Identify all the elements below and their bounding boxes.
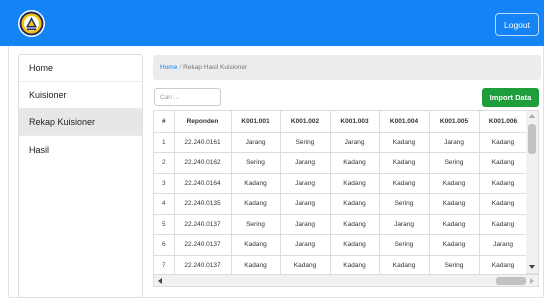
table-cell: 2: [154, 152, 175, 174]
scroll-right-arrow-icon[interactable]: [530, 278, 534, 284]
table-cell: 6: [154, 234, 175, 256]
table-cell: 22.240.0164: [174, 173, 232, 194]
table-row: 6 22.240.0137 Kadang Jarang Kadang Serin…: [154, 234, 526, 256]
table-cell: Kadang: [379, 132, 430, 153]
sidebar-item-rekap-kuisioner[interactable]: Rekap Kuisioner: [19, 109, 142, 136]
table-cell: Kadang: [379, 152, 430, 174]
table-cell: Kadang: [429, 234, 480, 256]
table-cell: 22.240.0137: [174, 214, 232, 235]
table-cell: Kadang: [429, 193, 480, 215]
table-cell: Jarang: [280, 214, 331, 235]
table-cell: Kadang: [479, 255, 526, 274]
table-cell: Jarang: [231, 132, 281, 153]
table-cell: Kadang: [280, 255, 331, 274]
table-cell: Kadang: [479, 214, 526, 235]
column-header[interactable]: K001.001: [231, 111, 281, 133]
column-header[interactable]: K001.005: [429, 111, 480, 133]
scroll-left-arrow-icon[interactable]: [158, 278, 162, 284]
table-cell: Kadang: [479, 173, 526, 194]
table-cell: Jarang: [280, 173, 331, 194]
table-header-row: # Reponden K001.001 K001.002 K001.003 K0…: [154, 111, 526, 133]
table-cell: Kadang: [330, 193, 380, 215]
column-header[interactable]: #: [154, 111, 175, 133]
table-cell: Kadang: [330, 152, 380, 174]
table-cell: Kadang: [330, 255, 380, 274]
scroll-down-arrow-icon[interactable]: [529, 265, 535, 269]
import-data-button[interactable]: Import Data: [482, 88, 539, 107]
logo-icon[interactable]: [18, 10, 45, 37]
table-cell: Kadang: [479, 193, 526, 215]
table-cell: Jarang: [280, 193, 331, 215]
table-cell: Sering: [280, 132, 331, 153]
table-cell: Sering: [429, 255, 480, 274]
table-cell: 22.240.0161: [174, 132, 232, 153]
sidebar: Home Kuisioner Rekap Kuisioner Hasil: [18, 54, 143, 298]
table-cell: Kadang: [479, 132, 526, 153]
table-cell: Sering: [379, 193, 430, 215]
table-cell: Kadang: [479, 152, 526, 174]
sidebar-item-hasil[interactable]: Hasil: [19, 136, 142, 163]
table-cell: Kadang: [429, 214, 480, 235]
table-cell: Kadang: [330, 234, 380, 256]
sidebar-item-home[interactable]: Home: [19, 55, 142, 82]
logout-button[interactable]: Logout: [495, 13, 539, 36]
table-cell: Kadang: [330, 173, 380, 194]
table-cell: 22.240.0135: [174, 193, 232, 215]
horizontal-scrollbar[interactable]: [153, 274, 539, 287]
table-cell: 4: [154, 193, 175, 215]
table-row: 2 22.240.0162 Sering Jarang Kadang Kadan…: [154, 152, 526, 174]
table-cell: Kadang: [379, 255, 430, 274]
table-cell: Jarang: [280, 234, 331, 256]
table-cell: 22.240.0162: [174, 152, 232, 174]
breadcrumb-current: Rekap Hasil Kuisioner: [183, 64, 248, 71]
table-row: 5 22.240.0137 Sering Jarang Kadang Jaran…: [154, 214, 526, 235]
table-cell: Kadang: [379, 173, 430, 194]
table-cell: Sering: [231, 152, 281, 174]
breadcrumb-home-link[interactable]: Home: [160, 64, 177, 71]
column-header[interactable]: K001.006: [479, 111, 526, 133]
table-row: 3 22.240.0164 Kadang Jarang Kadang Kadan…: [154, 173, 526, 194]
table-cell: Kadang: [231, 234, 281, 256]
column-header[interactable]: K001.002: [280, 111, 331, 133]
table-row: 7 22.240.0137 Kadang Kadang Kadang Kadan…: [154, 255, 526, 274]
search-input[interactable]: [154, 88, 221, 106]
table-cell: Sering: [379, 234, 430, 256]
table-cell: Jarang: [479, 234, 526, 256]
sidebar-item-kuisioner[interactable]: Kuisioner: [19, 82, 142, 109]
table-cell: 7: [154, 255, 175, 274]
table-row: 1 22.240.0161 Jarang Sering Jarang Kadan…: [154, 132, 526, 153]
table-cell: 3: [154, 173, 175, 194]
column-header[interactable]: K001.004: [379, 111, 430, 133]
results-table-container: # Reponden K001.001 K001.002 K001.003 K0…: [153, 110, 526, 274]
vertical-scrollbar[interactable]: [526, 110, 539, 274]
table-cell: Jarang: [330, 132, 380, 153]
table-row: 4 22.240.0135 Kadang Jarang Kadang Serin…: [154, 193, 526, 215]
column-header[interactable]: Reponden: [174, 111, 232, 133]
breadcrumb-separator: /: [179, 64, 182, 71]
table-cell: Jarang: [280, 152, 331, 174]
table-cell: Jarang: [379, 214, 430, 235]
table-cell: Jarang: [429, 132, 480, 153]
vertical-scroll-thumb[interactable]: [528, 124, 536, 154]
table-cell: Kadang: [231, 193, 281, 215]
table-cell: Sering: [231, 214, 281, 235]
scroll-up-arrow-icon[interactable]: [529, 114, 535, 118]
column-header[interactable]: K001.003: [330, 111, 380, 133]
table-cell: Kadang: [330, 214, 380, 235]
table-cell: Kadang: [429, 173, 480, 194]
table-cell: 22.240.0137: [174, 255, 232, 274]
table-cell: Kadang: [231, 255, 281, 274]
table-cell: Kadang: [231, 173, 281, 194]
table-cell: 1: [154, 132, 175, 153]
results-table: # Reponden K001.001 K001.002 K001.003 K0…: [154, 111, 526, 274]
breadcrumb: Home / Rekap Hasil Kuisioner: [153, 55, 541, 80]
table-cell: 22.240.0137: [174, 234, 232, 256]
table-cell: Sering: [429, 152, 480, 174]
table-cell: 5: [154, 214, 175, 235]
horizontal-scroll-thumb[interactable]: [496, 277, 526, 285]
top-navbar: Logout: [0, 0, 544, 46]
